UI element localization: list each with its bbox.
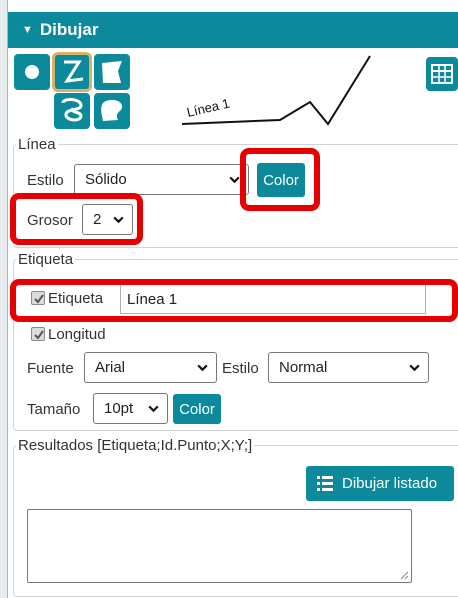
chevron-down-icon [229, 176, 240, 184]
etiqueta-estilo-label: Estilo [222, 360, 259, 377]
freehand-polygon-tool-button[interactable] [94, 93, 130, 129]
left-panel-border [0, 0, 8, 598]
polygon-tool-button[interactable] [94, 54, 130, 90]
polyline-tool-button[interactable] [52, 52, 92, 92]
line-preview-label: Línea 1 [185, 96, 231, 120]
list-icon [317, 475, 333, 491]
chevron-down-icon [409, 364, 420, 372]
check-icon [34, 294, 44, 304]
resultados-legend: Resultados [Etiqueta;Id.Punto;X;Y;] [18, 437, 253, 454]
etiqueta-color-button[interactable]: Color [173, 394, 221, 424]
grosor-value: 2 [93, 211, 102, 228]
grosor-label: Grosor [27, 212, 73, 229]
resultados-textarea[interactable] [27, 509, 412, 583]
point-tool-button[interactable] [14, 54, 50, 90]
dibujar-listado-button[interactable]: Dibujar listado [306, 466, 454, 501]
linea-estilo-label: Estilo [27, 172, 64, 189]
etiqueta-text-input[interactable]: Línea 1 [120, 284, 426, 314]
header-title: Dibujar [39, 20, 99, 39]
tamano-value: 10pt [104, 400, 134, 417]
chevron-down-icon [148, 405, 159, 413]
etiqueta-estilo-select[interactable]: Normal [268, 352, 429, 383]
table-icon [431, 64, 453, 84]
check-icon [34, 330, 44, 340]
linea-color-button[interactable]: Color [257, 163, 305, 197]
linea-estilo-value: Sólido [85, 171, 127, 188]
freehand-shape-icon [61, 98, 83, 122]
polygon-icon [102, 61, 122, 83]
chevron-down-icon [197, 364, 208, 372]
linea-legend: Línea [18, 136, 56, 153]
etiqueta-legend: Etiqueta [18, 251, 74, 268]
etiqueta-estilo-value: Normal [279, 359, 328, 376]
longitud-checkbox[interactable] [31, 327, 45, 341]
chevron-down-icon [113, 216, 124, 224]
resize-grip-icon[interactable] [399, 570, 409, 580]
polyline-icon [64, 60, 84, 83]
dibujar-listado-label: Dibujar listado [342, 475, 438, 492]
fuente-select[interactable]: Arial [84, 352, 217, 383]
tamano-select[interactable]: 10pt [93, 393, 168, 424]
dibujar-header[interactable]: ▼ Dibujar [8, 12, 458, 48]
linea-estilo-select[interactable]: Sólido [74, 164, 249, 195]
etiqueta-text-value: Línea 1 [127, 290, 178, 308]
grosor-select[interactable]: 2 [82, 204, 133, 235]
line-preview: Línea 1 [181, 55, 371, 126]
longitud-checkbox-label: Longitud [48, 326, 106, 343]
freehand-shape-tool-button[interactable] [54, 93, 90, 129]
triangle-down-icon: ▼ [22, 24, 33, 36]
tamano-label: Tamaño [27, 401, 81, 418]
point-icon [25, 65, 39, 79]
fuente-label: Fuente [27, 360, 74, 377]
freehand-polygon-icon [101, 99, 123, 121]
etiqueta-checkbox[interactable] [31, 291, 45, 305]
fuente-value: Arial [95, 359, 126, 376]
table-button[interactable] [426, 57, 458, 91]
etiqueta-checkbox-label: Etiqueta [48, 290, 104, 307]
